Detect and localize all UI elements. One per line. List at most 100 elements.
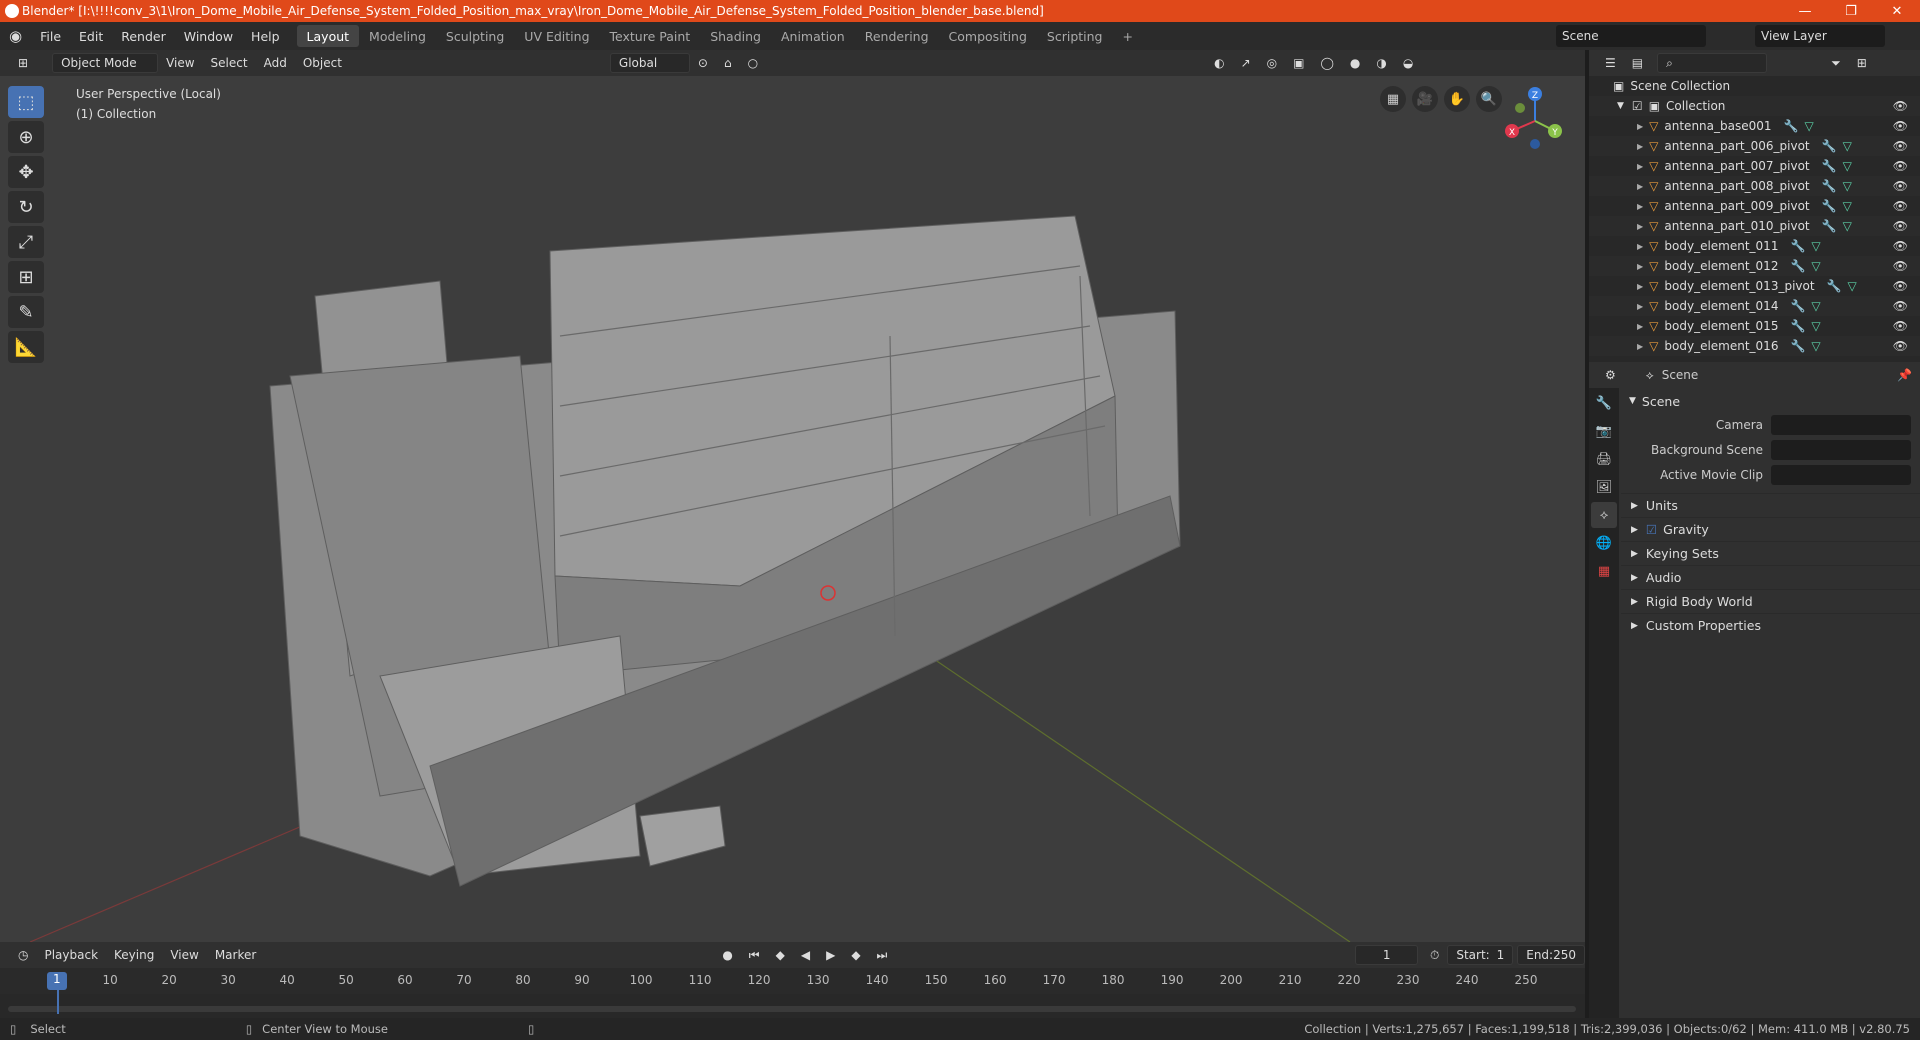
pin-icon[interactable]: 📌 [1889, 365, 1920, 385]
world-tab-icon[interactable]: 🌐 [1591, 530, 1617, 556]
gizmo-toggle-icon[interactable]: ↗ [1233, 53, 1259, 73]
orientation-selector[interactable]: Global [609, 53, 690, 73]
timeline-scrollbar[interactable] [8, 1006, 1576, 1012]
mesh-data-icon[interactable]: ▽ [1811, 339, 1820, 353]
tab-animation[interactable]: Animation [771, 25, 855, 47]
transform-tool-icon[interactable]: ⊞ [8, 261, 44, 293]
eye-icon[interactable]: 👁 [1893, 239, 1908, 253]
add-workspace-button[interactable]: + [1113, 25, 1143, 47]
menu-edit[interactable]: Edit [70, 22, 112, 50]
filter-icon[interactable]: ⏷ [1823, 53, 1849, 73]
scene-panel-header[interactable]: ▼ Scene [1621, 390, 1920, 412]
cursor-tool-icon[interactable]: ⊕ [8, 121, 44, 153]
expand-arrow-icon[interactable]: ▶ [1637, 282, 1643, 291]
frame-ruler[interactable]: 1 10 20 30 40 50 60 70 80 90 100 110 120 130 140 150 160… [0, 968, 1585, 994]
keying-sets-panel[interactable]: ▶ Keying Sets [1621, 541, 1920, 565]
gravity-panel[interactable]: ▶ ☑ Gravity [1621, 517, 1920, 541]
mesh-data-icon[interactable]: ▽ [1843, 199, 1852, 213]
eye-icon[interactable]: 👁 [1893, 339, 1908, 353]
menu-timeline-view[interactable]: View [162, 945, 206, 965]
display-mode-icon[interactable]: ▤ [1624, 53, 1651, 73]
menu-playback[interactable]: Playback [36, 945, 106, 965]
mesh-data-icon[interactable]: ▽ [1848, 279, 1857, 293]
blender-menu-icon[interactable]: ◉ [0, 22, 31, 50]
grid-view-icon[interactable]: ▦ [1380, 86, 1406, 112]
modifier-wrench-icon[interactable]: 🔧 [1822, 139, 1837, 153]
proportional-edit-icon[interactable]: ○ [740, 53, 766, 73]
prev-keyframe-icon[interactable]: ◆ [768, 945, 793, 965]
scene-tab-icon[interactable]: ⟡ [1591, 502, 1617, 528]
mesh-data-icon[interactable]: ▽ [1811, 299, 1820, 313]
outliner-search-field[interactable]: ⌕ [1657, 53, 1768, 73]
current-frame-field[interactable]: 1 [1355, 945, 1418, 965]
stopwatch-icon[interactable]: ⏱ [1422, 945, 1447, 965]
overlay-toggle-icon[interactable]: ◎ [1259, 53, 1285, 73]
modifier-wrench-icon[interactable]: 🔧 [1784, 119, 1799, 133]
shading-rendered-icon[interactable]: ◒ [1395, 53, 1421, 73]
menu-render[interactable]: Render [112, 22, 175, 50]
visibility-icon[interactable]: ◐ [1206, 53, 1232, 73]
expand-arrow-icon[interactable]: ▶ [1637, 122, 1643, 131]
eye-icon[interactable]: 👁 [1893, 99, 1908, 113]
eye-icon[interactable]: 👁 [1893, 279, 1908, 293]
outliner-object-row[interactable]: ▶ ▽ antenna_part_009_pivot 🔧 ▽ 👁 [1589, 196, 1920, 216]
zoom-icon[interactable]: 🔍 [1476, 86, 1502, 112]
output-tab-icon[interactable]: 🖨 [1591, 446, 1617, 472]
playhead-line[interactable] [57, 990, 59, 1014]
playhead-frame-label[interactable]: 1 [47, 972, 67, 990]
texture-tab-icon[interactable]: ▦ [1591, 558, 1617, 584]
outliner-object-row[interactable]: ▶ ▽ body_element_015 🔧 ▽ 👁 [1589, 316, 1920, 336]
outliner-editor-type-icon[interactable]: ☰ [1597, 53, 1624, 73]
tab-sculpting[interactable]: Sculpting [436, 25, 514, 47]
expand-arrow-icon[interactable]: ▶ [1637, 182, 1643, 191]
scale-tool-icon[interactable]: ⤢ [8, 226, 44, 258]
xray-icon[interactable]: ▣ [1285, 53, 1312, 73]
modifier-wrench-icon[interactable]: 🔧 [1790, 339, 1805, 353]
mesh-data-icon[interactable]: ▽ [1811, 319, 1820, 333]
view-layer-tab-icon[interactable]: 🖼 [1591, 474, 1617, 500]
mesh-data-icon[interactable]: ▽ [1843, 179, 1852, 193]
mesh-data-icon[interactable]: ▽ [1804, 119, 1813, 133]
modifier-wrench-icon[interactable]: 🔧 [1822, 219, 1837, 233]
camera-field[interactable] [1771, 414, 1911, 435]
eye-icon[interactable]: 👁 [1893, 179, 1908, 193]
scene-selector[interactable]: Scene [1556, 25, 1706, 47]
menu-add[interactable]: Add [256, 53, 295, 73]
menu-file[interactable]: File [31, 22, 70, 50]
mode-selector[interactable]: Object Mode [52, 53, 159, 73]
tab-texture-paint[interactable]: Texture Paint [600, 25, 701, 47]
eye-icon[interactable]: 👁 [1893, 139, 1908, 153]
outliner-object-row[interactable]: ▶ ▽ antenna_part_010_pivot 🔧 ▽ 👁 [1589, 216, 1920, 236]
tab-uv-editing[interactable]: UV Editing [514, 25, 599, 47]
expand-arrow-icon[interactable]: ▶ [1637, 142, 1643, 151]
expand-arrow-icon[interactable]: ▶ [1637, 242, 1643, 251]
snap-icon[interactable]: ⌂ [716, 53, 740, 73]
expand-arrow-icon[interactable]: ▶ [1637, 342, 1643, 351]
eye-icon[interactable]: 👁 [1893, 319, 1908, 333]
rotate-tool-icon[interactable]: ↻ [8, 191, 44, 223]
tool-tab-icon[interactable]: 🔧 [1591, 390, 1617, 416]
eye-icon[interactable]: 👁 [1893, 159, 1908, 173]
expand-arrow-icon[interactable]: ▶ [1637, 262, 1643, 271]
jump-start-icon[interactable]: ⏮ [741, 945, 768, 965]
outliner-object-row[interactable]: ▶ ▽ body_element_012 🔧 ▽ 👁 [1589, 256, 1920, 276]
units-panel[interactable]: ▶ Units [1621, 493, 1920, 517]
outliner-object-row[interactable]: ▶ ▽ body_element_011 🔧 ▽ 👁 [1589, 236, 1920, 256]
next-keyframe-icon[interactable]: ◆ [843, 945, 868, 965]
mesh-data-icon[interactable]: ▽ [1811, 239, 1820, 253]
mesh-data-icon[interactable]: ▽ [1843, 219, 1852, 233]
view-layer-selector[interactable]: View Layer [1755, 25, 1885, 47]
menu-view[interactable]: View [158, 53, 202, 73]
modifier-wrench-icon[interactable]: 🔧 [1790, 319, 1805, 333]
maximize-button[interactable]: ❐ [1828, 0, 1874, 22]
expand-arrow-icon[interactable]: ▶ [1637, 202, 1643, 211]
expand-arrow-icon[interactable]: ▶ [1637, 302, 1643, 311]
mesh-data-icon[interactable]: ▽ [1811, 259, 1820, 273]
play-icon[interactable]: ▶ [818, 945, 843, 965]
record-icon[interactable]: ● [714, 945, 740, 965]
menu-help[interactable]: Help [242, 22, 289, 50]
timeline-area[interactable]: 1 10 20 30 40 50 60 70 80 90 100 110 120 130 140 150 160… [0, 968, 1585, 1018]
end-frame-field[interactable]: End: 250 [1517, 945, 1585, 965]
new-collection-icon[interactable]: ⊞ [1849, 53, 1875, 73]
outliner-object-row[interactable]: ▶ ▽ antenna_part_006_pivot 🔧 ▽ 👁 [1589, 136, 1920, 156]
